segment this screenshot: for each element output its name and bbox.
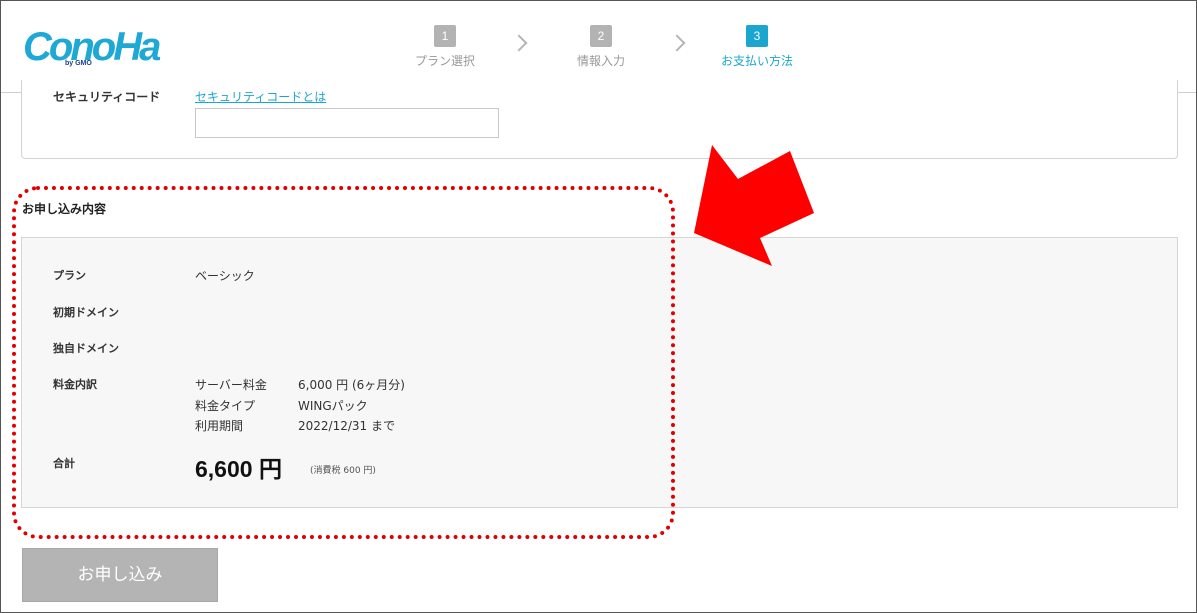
chevron-right-icon (510, 34, 528, 52)
step-2: 2 情報入力 (546, 25, 656, 69)
chevron-right-icon (668, 34, 686, 52)
step-number: 2 (590, 25, 612, 47)
annotation-arrow-icon (694, 145, 814, 266)
security-code-help-link[interactable]: セキュリティコードとは (195, 88, 326, 105)
step-label: プラン選択 (414, 54, 475, 68)
step-1: 1 プラン選択 (390, 25, 500, 69)
step-number: 3 (746, 25, 768, 47)
step-number: 1 (434, 25, 456, 47)
logo-subtext: by GMO (65, 60, 92, 67)
step-label: 情報入力 (576, 54, 625, 68)
highlight-dotted-outline (12, 186, 675, 539)
security-code-input[interactable] (195, 108, 499, 138)
step-label: お支払い方法 (720, 54, 793, 68)
submit-application-button[interactable]: お申し込み (22, 548, 218, 602)
step-3: 3 お支払い方法 (702, 25, 812, 69)
security-code-label: セキュリティコード (53, 90, 161, 104)
conoha-logo[interactable]: ConoHa by GMO (23, 27, 161, 73)
